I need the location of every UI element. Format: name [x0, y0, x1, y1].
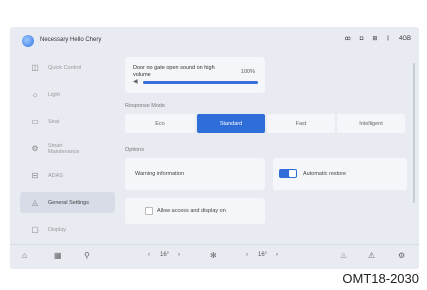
- display-icon: ▢: [31, 225, 39, 234]
- auto-restore-card: Automatic restore: [273, 158, 407, 190]
- volume-slider-fill: [143, 81, 258, 84]
- volume-value: 100%: [240, 69, 255, 75]
- auto-restore-toggle[interactable]: [279, 169, 297, 178]
- sidebar-item-label: Light: [48, 91, 60, 98]
- right-temperature: 16°: [258, 252, 268, 258]
- sidebar-item-label: Seat: [48, 118, 60, 125]
- auto-restore-text: Automatic restore: [303, 171, 347, 177]
- signal-icon: ⊞: [372, 36, 378, 42]
- sidebar-item-quick-control[interactable]: ◫ Quick Control: [20, 57, 115, 78]
- right-temp-increase[interactable]: ›: [276, 252, 278, 258]
- sidebar-item-general-settings[interactable]: ◬ General Settings: [20, 192, 115, 213]
- settings-sidebar: ◫ Quick Control ☼ Light ▭ Seat ⚙ Smart Maint…: [20, 57, 115, 246]
- right-temp-decrease[interactable]: ‹: [246, 252, 248, 258]
- volume-slider[interactable]: [143, 81, 258, 84]
- left-temp-increase[interactable]: ›: [178, 252, 180, 258]
- warning-icon[interactable]: ⚠: [368, 251, 375, 260]
- options-label: Options: [125, 147, 144, 153]
- status-bar: ꝏ ◘ ⊞ ᛒ 4GB: [345, 35, 411, 43]
- access-text: Allow access and display on: [157, 208, 226, 214]
- bottom-dock: ⌂ ▦ ⚲ ‹ 16° › ✻ ‹ 16° › ♨ ⚠ ⚙: [10, 244, 419, 269]
- user-icon[interactable]: ꝏ: [345, 35, 351, 42]
- top-bar: Necessary Hello Chery ꝏ ◘ ⊞ ᛒ 4GB: [10, 27, 419, 53]
- car-screen: Necessary Hello Chery ꝏ ◘ ⊞ ᛒ 4GB ◫ Quick…: [10, 27, 419, 269]
- sidebar-item-label: Display: [48, 226, 67, 233]
- sidebar-item-seat[interactable]: ▭ Seat: [20, 111, 115, 132]
- volume-card: Door no gate open sound on high volume 1…: [125, 57, 265, 93]
- mode-fast-button[interactable]: Fast: [267, 114, 335, 133]
- home-icon[interactable]: ⌂: [22, 251, 27, 260]
- sidebar-item-display[interactable]: ▢ Display: [20, 219, 115, 240]
- speaker-icon: ◀: [133, 79, 138, 85]
- quick-control-icon: ◫: [31, 63, 39, 72]
- sidebar-item-light[interactable]: ☼ Light: [20, 84, 115, 105]
- status-text: 4GB: [398, 35, 411, 42]
- content-scrollbar[interactable]: [413, 63, 415, 203]
- page-title: Necessary Hello Chery: [40, 37, 102, 43]
- sidebar-item-adas[interactable]: ⊟ ADAS: [20, 165, 115, 186]
- sidebar-item-label: General Settings: [48, 199, 89, 206]
- seat-icon: ▭: [31, 117, 39, 126]
- left-temp-decrease[interactable]: ‹: [148, 252, 150, 258]
- maintenance-icon: ⚙: [31, 144, 39, 153]
- figure-code: OMT18-2030: [342, 271, 419, 286]
- screen-icon[interactable]: ◘: [360, 36, 364, 42]
- sidebar-item-smart-maintenance[interactable]: ⚙ Smart Maintenance: [20, 138, 115, 159]
- warning-card[interactable]: Warning information: [125, 158, 265, 190]
- sidebar-item-label: Quick Control: [48, 64, 82, 71]
- voice-assistant-icon[interactable]: [22, 35, 34, 47]
- settings-gear-icon[interactable]: ⚙: [398, 251, 405, 260]
- adas-icon: ⊟: [31, 171, 39, 180]
- left-temperature: 16°: [160, 252, 170, 258]
- car-icon[interactable]: ⚲: [84, 251, 90, 260]
- car-settings-icon: ◬: [31, 198, 39, 207]
- light-icon: ☼: [31, 90, 39, 99]
- bluetooth-icon: ᛒ: [386, 35, 390, 42]
- sidebar-item-label: ADAS: [48, 172, 63, 179]
- seat-heat-icon[interactable]: ♨: [340, 251, 347, 260]
- apps-icon[interactable]: ▦: [54, 251, 62, 260]
- mode-eco-button[interactable]: Eco: [125, 114, 195, 133]
- response-mode-selector: Eco Standard Fast Intelligent: [125, 114, 407, 133]
- volume-description: Door no gate open sound on high volume: [133, 65, 215, 78]
- sidebar-item-label: Smart Maintenance: [48, 142, 80, 155]
- response-mode-label: Response Mode: [125, 103, 166, 109]
- warning-text: Warning information: [135, 171, 185, 177]
- mode-intelligent-button[interactable]: Intelligent: [337, 114, 405, 133]
- mode-standard-button[interactable]: Standard: [197, 114, 265, 133]
- access-checkbox[interactable]: [145, 207, 153, 215]
- access-card[interactable]: Allow access and display on: [125, 198, 265, 224]
- fan-icon[interactable]: ✻: [210, 251, 217, 260]
